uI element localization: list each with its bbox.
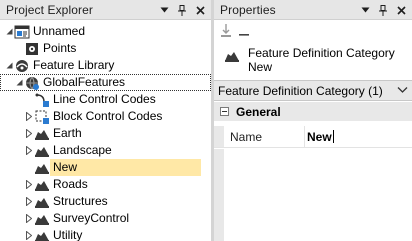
object-header-text: Feature Definition Category New [248,46,395,74]
tree-item-line-control-codes[interactable]: Line Control Codes [0,91,211,108]
tree-item-label: Block Control Codes [53,109,163,123]
category-icon [34,143,50,159]
property-gutter [214,126,224,147]
project-explorer-titlebar: Project Explorer [0,0,211,20]
project-explorer-title-buttons [155,0,209,20]
collapsed-arrow-icon[interactable] [24,197,34,207]
tree-item-label: GlobalFeatures [43,75,126,89]
global-features-icon [24,75,40,91]
line-control-codes-icon [34,92,50,108]
object-selector-value: Feature Definition Category (1) [218,83,383,98]
tree-item-label: Utility [53,228,83,241]
chevron-down-icon[interactable] [397,84,408,98]
tree-item-unnamed[interactable]: Unnamed [0,23,211,40]
collapsed-arrow-icon[interactable] [24,214,34,224]
tree-item-label: Feature Library [33,58,115,72]
feature-library-icon [14,58,30,74]
category-icon [34,126,50,142]
property-grid-empty-area [214,149,412,241]
tree-item-points[interactable]: Points [0,40,211,57]
category-icon [34,177,50,193]
tree-item-roads[interactable]: Roads [0,176,211,193]
close-icon[interactable] [191,1,209,19]
expanded-arrow-icon[interactable] [14,78,24,88]
expanded-arrow-icon[interactable] [4,27,14,37]
sort-icon[interactable] [220,23,232,39]
tree-item-landscape[interactable]: Landscape [0,142,211,159]
section-title: General [236,104,281,119]
tree-item-label: Points [43,41,77,55]
tree-item-earth[interactable]: Earth [0,125,211,142]
collapse-toggle-icon[interactable] [220,107,229,116]
tree-item-new[interactable]: New [0,159,211,176]
points-icon [24,41,40,57]
tree-item-structures[interactable]: Structures [0,193,211,210]
tree-item-utility[interactable]: Utility [0,227,211,241]
category-icon [224,48,240,64]
property-gutter [214,149,224,241]
tree-item-global-features[interactable]: GlobalFeatures [0,74,211,91]
object-name-label: New [248,60,273,74]
properties-title: Properties [220,2,276,17]
block-control-codes-icon [34,109,50,125]
collapsed-arrow-icon[interactable] [24,112,34,122]
category-icon [34,211,50,227]
collapsed-arrow-icon[interactable] [24,146,34,156]
property-row-name: Name New [214,126,412,148]
category-icon [34,194,50,210]
tree-item-label: Line Control Codes [53,92,156,106]
tree-item-label: Landscape [53,143,112,157]
property-name-value: New [307,129,332,144]
project-explorer-title: Project Explorer [6,2,93,17]
properties-toolbar [214,20,412,42]
tree-item-feature-library[interactable]: Feature Library [0,57,211,74]
tree-item-label: Earth [53,126,82,140]
property-name-input[interactable]: New [304,126,412,147]
tree-item-label: SurveyControl [53,211,130,225]
pin-icon[interactable] [374,1,392,19]
project-explorer-panel: Project Explorer Unnamed Points Feature … [0,0,211,241]
tree-item-label: Roads [53,177,88,191]
pin-icon[interactable] [173,1,191,19]
collapsed-arrow-icon[interactable] [24,129,34,139]
object-type-label: Feature Definition Category [248,46,395,60]
tree-item-label: New [50,159,201,176]
properties-panel: Properties Feature Definition Category N… [214,0,412,241]
collapsed-arrow-icon[interactable] [24,180,34,190]
category-icon [34,160,50,176]
window-menu-icon[interactable] [356,1,374,19]
collapse-all-icon[interactable] [238,25,250,37]
tree-item-label: Structures [53,194,108,208]
tree-item-block-control-codes[interactable]: Block Control Codes [0,108,211,125]
project-tree: Unnamed Points Feature Library GlobalFea… [0,20,211,241]
object-selector-dropdown[interactable]: Feature Definition Category (1) [214,80,412,101]
close-icon[interactable] [392,1,410,19]
project-icon [14,24,30,40]
window-menu-icon[interactable] [155,1,173,19]
properties-title-buttons [356,0,410,20]
tree-item-label: Unnamed [33,24,86,38]
text-caret [332,130,334,143]
properties-titlebar: Properties [214,0,412,20]
tree-item-survey-control[interactable]: SurveyControl [0,210,211,227]
expanded-arrow-icon[interactable] [4,61,14,71]
collapsed-arrow-icon[interactable] [24,231,34,241]
section-general[interactable]: General [214,102,412,121]
category-icon [34,228,50,241]
property-name-label: Name [230,129,263,144]
properties-object-header: Feature Definition Category New [214,42,412,80]
